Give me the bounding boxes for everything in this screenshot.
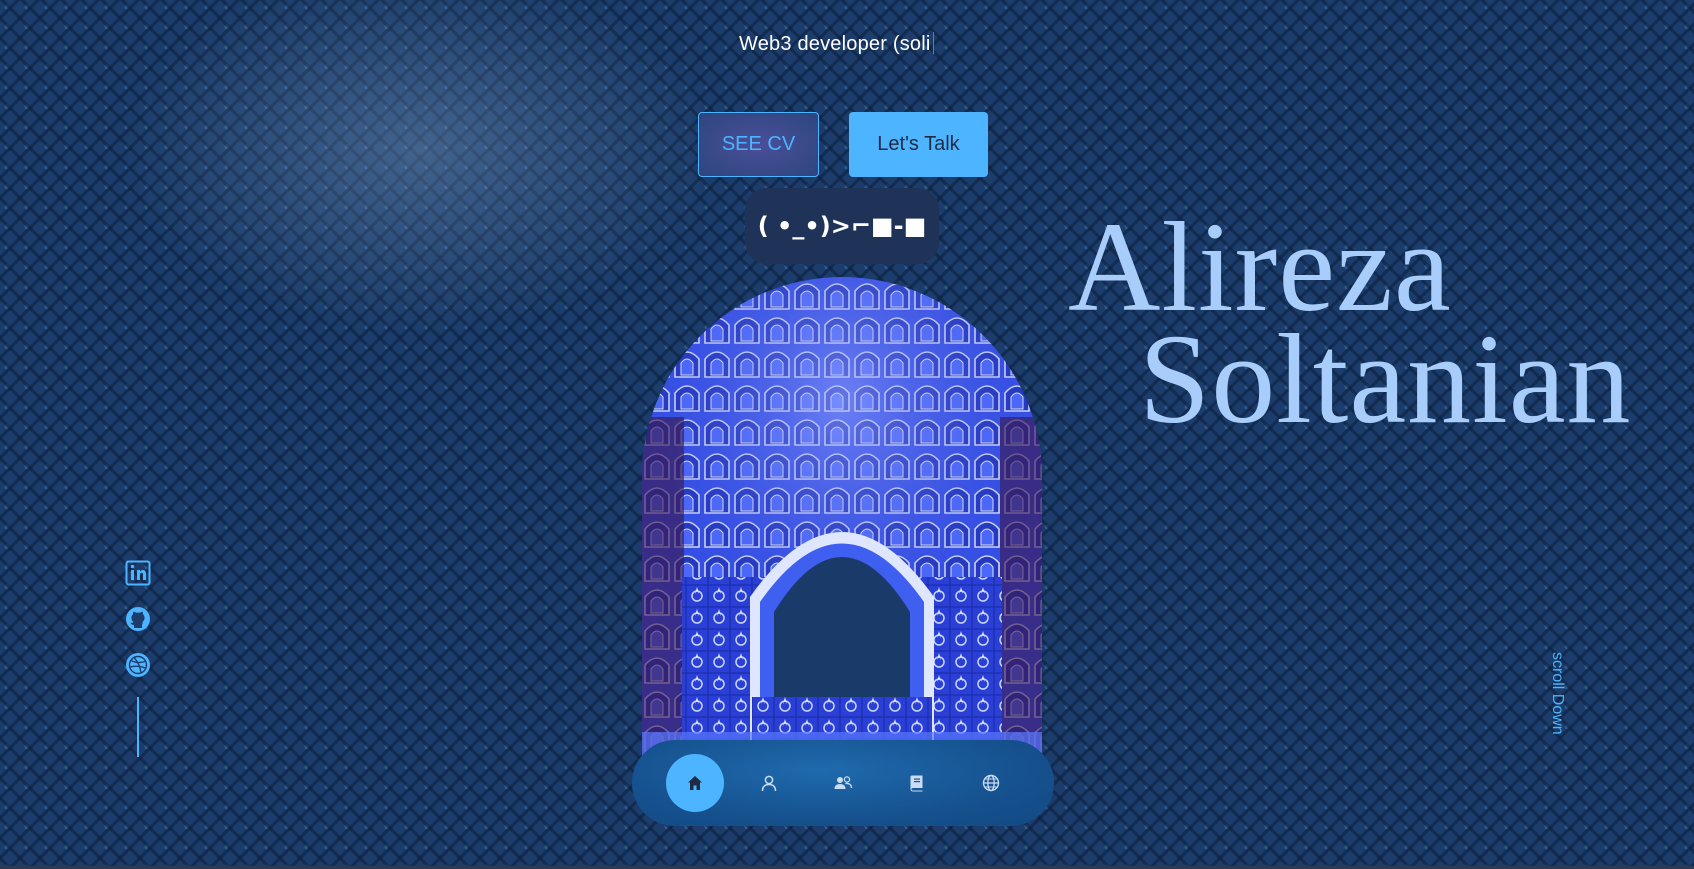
- social-links: [125, 560, 151, 757]
- name-last: Soltanian: [1139, 308, 1632, 450]
- globe-icon: [982, 774, 1000, 792]
- typed-subtitle: Web3 developer (soli: [739, 32, 934, 56]
- user-icon: [761, 775, 777, 792]
- book-icon: [910, 775, 923, 792]
- scroll-down-link[interactable]: scroll Down: [1548, 652, 1566, 735]
- portrait-arch: [642, 277, 1042, 767]
- bottom-nav: [632, 740, 1054, 826]
- nav-home[interactable]: [666, 754, 724, 812]
- github-icon[interactable]: [125, 606, 151, 632]
- home-icon: [688, 776, 702, 790]
- dribbble-icon[interactable]: [125, 652, 151, 678]
- social-divider-line: [137, 697, 139, 757]
- nav-contact[interactable]: [962, 754, 1020, 812]
- nav-about[interactable]: [740, 754, 798, 812]
- mosque-arch-image: [642, 277, 1042, 767]
- users-icon: [834, 776, 853, 789]
- subtitle-text: Web3 developer (soli: [739, 33, 931, 55]
- emote-bubble: ( •_•)>⌐■-■: [745, 188, 939, 264]
- linkedin-icon[interactable]: [125, 560, 151, 586]
- lets-talk-button[interactable]: Let's Talk: [849, 112, 988, 177]
- nav-experience[interactable]: [814, 754, 872, 812]
- typing-cursor: [932, 32, 934, 54]
- portfolio-page: Web3 developer (soli SEE CV Let's Talk (…: [0, 0, 1694, 869]
- nav-services[interactable]: [888, 754, 946, 812]
- see-cv-button[interactable]: SEE CV: [698, 112, 819, 177]
